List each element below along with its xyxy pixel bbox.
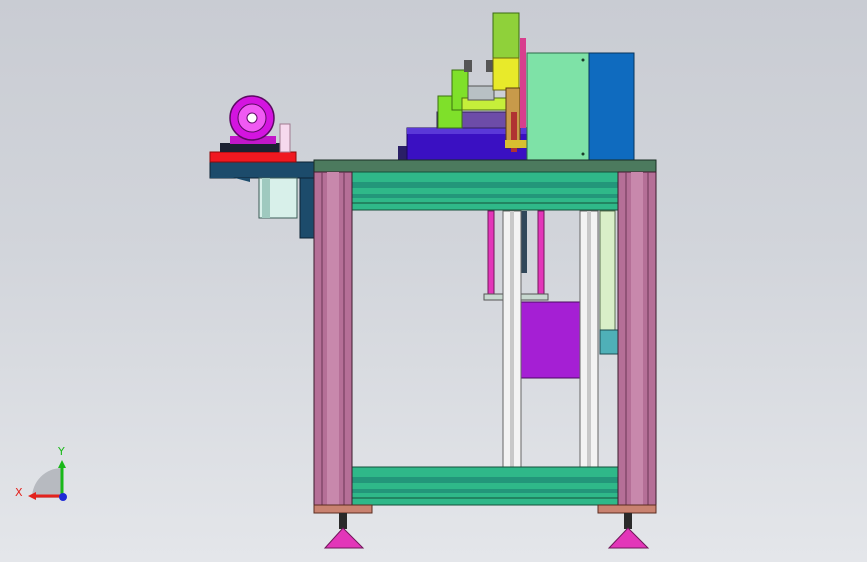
under-table-mechanism[interactable]: [483, 210, 619, 470]
yellow-column: [492, 12, 520, 62]
cabinet-light: [526, 52, 590, 162]
red-plate: [209, 151, 297, 163]
coordinate-triad: X Y: [15, 445, 67, 501]
table-top: [313, 159, 657, 173]
side-extension[interactable]: [209, 95, 317, 239]
spindle-foot: [505, 140, 527, 148]
right-post: [617, 171, 657, 509]
cabinet-blue: [588, 52, 635, 162]
left-post: [313, 171, 353, 509]
side-motor-cylinder-shade: [262, 178, 270, 218]
pink-cable: [520, 38, 526, 128]
lower-rail: [349, 466, 621, 506]
upright-right-slot: [587, 211, 591, 469]
purple-plate: [520, 301, 582, 379]
z-axis-dot: [59, 493, 67, 501]
gray-bracket: [467, 85, 495, 101]
pink-motor-hub: [246, 112, 258, 124]
x-axis-label: X: [15, 486, 23, 499]
guide-rail: [599, 210, 616, 332]
pink-rod-left: [487, 210, 495, 298]
pink-rod-right: [537, 210, 545, 298]
gear-block: [599, 329, 619, 355]
dark-plate: [220, 143, 280, 152]
pink-post: [279, 123, 291, 153]
cabinet-screw: [581, 152, 585, 156]
upright-left-slot: [510, 211, 514, 469]
upper-rail: [349, 171, 621, 211]
cad-viewport[interactable]: X Y: [0, 0, 867, 562]
yellow-head: [492, 57, 520, 91]
top-assembly[interactable]: [398, 12, 635, 162]
side-bracket: [209, 161, 317, 179]
gray-knob: [464, 60, 472, 72]
y-axis-label: Y: [57, 445, 65, 458]
cabinet-screw: [581, 58, 585, 62]
left-foot: [313, 504, 373, 549]
machine-model[interactable]: [0, 0, 867, 562]
right-foot: [597, 504, 657, 549]
